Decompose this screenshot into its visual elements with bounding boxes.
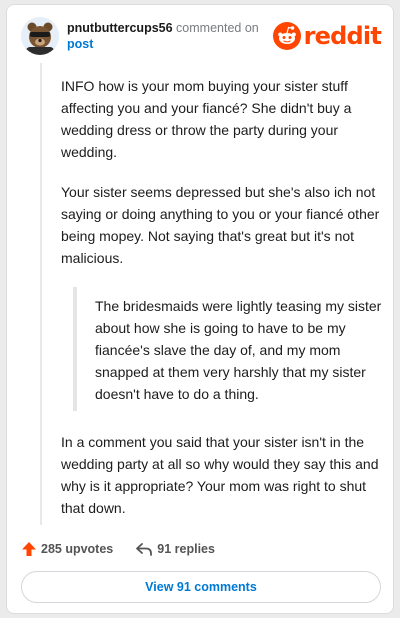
comment-card: pnutbuttercups56 commented on post reddi… <box>6 4 394 614</box>
comment-paragraph: Your sister seems depressed but she's al… <box>61 184 380 266</box>
user-avatar[interactable] <box>21 17 59 55</box>
quote-text: The bridesmaids were lightly teasing my … <box>95 298 382 402</box>
post-link[interactable]: post <box>67 37 93 52</box>
reply-count: 91 replies <box>157 542 215 556</box>
comment-paragraph: In a comment you said that your sister i… <box>61 434 379 516</box>
bear-avatar-icon <box>21 17 59 55</box>
username[interactable]: pnutbuttercups56 <box>67 21 173 35</box>
username-line: pnutbuttercups56 commented on <box>67 21 259 36</box>
comment-header: pnutbuttercups56 commented on post reddi… <box>21 15 382 59</box>
thread-line[interactable] <box>40 63 42 525</box>
view-comments-button[interactable]: View 91 comments <box>21 571 381 603</box>
reply-arrow-icon <box>136 543 153 556</box>
reddit-wordmark: reddit <box>303 22 382 50</box>
reply-button[interactable]: 91 replies <box>135 541 215 557</box>
upvote-button[interactable]: 285 upvotes <box>21 541 113 557</box>
upvote-arrow-icon <box>22 542 36 556</box>
comment-actions: 285 upvotes 91 replies <box>21 539 237 559</box>
reddit-logo: reddit <box>272 21 382 51</box>
comment-body: INFO how is your mom buying your sister … <box>61 75 383 537</box>
comment-paragraph: INFO how is your mom buying your sister … <box>61 78 352 160</box>
reddit-snoo-icon <box>272 22 301 50</box>
blockquote: The bridesmaids were lightly teasing my … <box>73 287 383 411</box>
upvote-count: 285 upvotes <box>41 542 114 556</box>
commented-on-text: commented on <box>176 21 259 35</box>
